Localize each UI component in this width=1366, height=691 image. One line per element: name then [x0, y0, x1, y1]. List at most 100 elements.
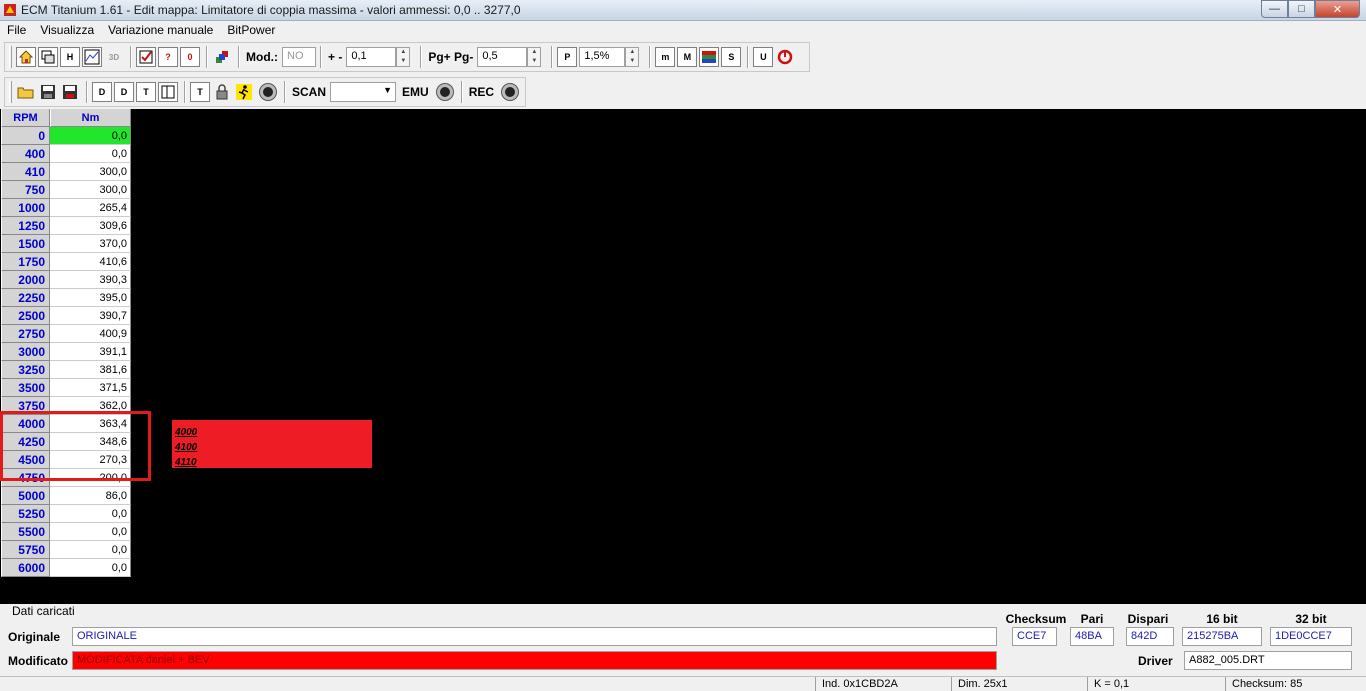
map-table: RPM Nm 0 0,0 400 0,0 410 300,0 750 300,0 1000 265…	[1, 109, 132, 577]
checkbox-edit-icon[interactable]	[136, 47, 156, 67]
table-row: 2250 395,0	[1, 289, 132, 307]
nm-cell[interactable]: 390,3	[50, 271, 131, 289]
rpm-cell[interactable]: 5250	[1, 505, 50, 523]
d-modified-icon[interactable]: D	[114, 82, 134, 102]
nm-cell[interactable]: 0,0	[50, 505, 131, 523]
modificato-field[interactable]: MODIFICATA daniel + BEV	[72, 651, 997, 670]
nm-cell[interactable]: 381,6	[50, 361, 131, 379]
rpm-cell[interactable]: 750	[1, 181, 50, 199]
m-lower-icon[interactable]: m	[655, 47, 676, 67]
table-row: 1500 370,0	[1, 235, 132, 253]
emu-radio-icon[interactable]	[436, 84, 453, 100]
nm-cell[interactable]: 390,7	[50, 307, 131, 325]
nm-cell[interactable]: 300,0	[50, 163, 131, 181]
rpm-cell[interactable]: 6000	[1, 559, 50, 577]
nm-cell[interactable]: 370,0	[50, 235, 131, 253]
page-step-spinner[interactable]: ▲ ▼	[527, 47, 542, 67]
nm-cell[interactable]: 300,0	[50, 181, 131, 199]
nm-cell[interactable]: 0,0	[50, 559, 131, 577]
t-icon[interactable]: T	[136, 82, 156, 102]
toolbar-grip[interactable]	[9, 81, 12, 103]
terminal-icon[interactable]: T	[190, 82, 210, 102]
rpm-cell[interactable]: 400	[1, 145, 50, 163]
status-dimension: Dim. 25x1	[951, 677, 1087, 691]
nm-cell[interactable]: 0,0	[50, 523, 131, 541]
power-reset-icon[interactable]	[775, 47, 795, 67]
zero-edit-icon[interactable]: 0	[180, 47, 200, 67]
nm-cell[interactable]: 309,6	[50, 217, 131, 235]
rpm-cell[interactable]: 3000	[1, 343, 50, 361]
rpm-cell[interactable]: 3250	[1, 361, 50, 379]
rpm-cell[interactable]: 2000	[1, 271, 50, 289]
rec-radio-icon[interactable]	[502, 84, 519, 100]
percent-input[interactable]: 1,5%	[579, 47, 626, 67]
rpm-cell[interactable]: 3500	[1, 379, 50, 397]
open-folder-icon[interactable]	[16, 82, 36, 102]
toolbar-main: H 3D ? 0 Mod.: NO + - 0,1 ▲ ▼ Pg+ Pg- 0,5…	[4, 42, 810, 72]
color-blocks-icon[interactable]	[212, 47, 232, 67]
rpm-cell[interactable]: 2750	[1, 325, 50, 343]
lock-icon[interactable]	[212, 82, 232, 102]
nm-cell[interactable]: 86,0	[50, 487, 131, 505]
windows-icon[interactable]	[38, 47, 58, 67]
maximize-button[interactable]: □	[1288, 0, 1315, 18]
nm-cell[interactable]: 0,0	[50, 145, 131, 163]
menu-variazione-manuale[interactable]: Variazione manuale	[101, 21, 220, 40]
nm-cell[interactable]: 410,6	[50, 253, 131, 271]
u-icon[interactable]: U	[753, 47, 774, 67]
close-button[interactable]: ✕	[1315, 0, 1360, 18]
popup-line: 4000	[175, 427, 198, 438]
nm-cell[interactable]: 395,0	[50, 289, 131, 307]
d-original-icon[interactable]: D	[92, 82, 112, 102]
page-step-input[interactable]: 0,5	[477, 47, 528, 67]
pg-label: Pg+ Pg-	[428, 50, 474, 64]
graph-2d-icon[interactable]	[82, 47, 102, 67]
percent-icon[interactable]: P	[557, 47, 578, 67]
rpm-cell[interactable]: 1000	[1, 199, 50, 217]
scan-select[interactable]: ▼	[330, 82, 397, 102]
rec-label: REC	[468, 85, 495, 99]
toolbar-grip[interactable]	[9, 46, 12, 68]
save-as-icon[interactable]	[60, 82, 80, 102]
section-title: Dati caricati	[12, 604, 75, 618]
rpm-cell[interactable]: 410	[1, 163, 50, 181]
rpm-cell[interactable]: 5750	[1, 541, 50, 559]
s-icon[interactable]: S	[721, 47, 742, 67]
checksum-field: CCE7	[1012, 627, 1057, 646]
home-icon[interactable]	[16, 47, 36, 67]
step-input[interactable]: 0,1	[346, 47, 397, 67]
nm-cell[interactable]: 0,0	[50, 127, 131, 145]
rpm-cell[interactable]: 1250	[1, 217, 50, 235]
minimize-button[interactable]: —	[1261, 0, 1288, 18]
table-row: 750 300,0	[1, 181, 132, 199]
menu-file[interactable]: File	[0, 21, 33, 40]
split-view-icon[interactable]	[158, 82, 178, 102]
rpm-cell[interactable]: 0	[1, 127, 50, 145]
mod-input[interactable]: NO	[282, 47, 316, 67]
originale-field[interactable]: ORIGINALE	[72, 627, 997, 646]
graph-3d-icon[interactable]: 3D	[104, 47, 124, 67]
percent-spinner[interactable]: ▲ ▼	[625, 47, 640, 67]
save-icon[interactable]	[38, 82, 58, 102]
menu-visualizza[interactable]: Visualizza	[33, 21, 101, 40]
nm-cell[interactable]: 400,9	[50, 325, 131, 343]
menu-bitpower[interactable]: BitPower	[220, 21, 282, 40]
question-edit-icon[interactable]: ?	[158, 47, 178, 67]
nm-cell[interactable]: 0,0	[50, 541, 131, 559]
step-spinner[interactable]: ▲ ▼	[396, 47, 411, 67]
color-map-icon[interactable]	[699, 47, 720, 67]
nm-cell[interactable]: 265,4	[50, 199, 131, 217]
record-radio-icon[interactable]	[260, 84, 276, 100]
rpm-cell[interactable]: 5500	[1, 523, 50, 541]
rpm-cell[interactable]: 1500	[1, 235, 50, 253]
m-upper-icon[interactable]: M	[677, 47, 698, 67]
hex-view-icon[interactable]: H	[60, 47, 80, 67]
bit16-header: 16 bit	[1206, 612, 1238, 626]
rpm-cell[interactable]: 5000	[1, 487, 50, 505]
rpm-cell[interactable]: 2250	[1, 289, 50, 307]
rpm-cell[interactable]: 1750	[1, 253, 50, 271]
nm-cell[interactable]: 371,5	[50, 379, 131, 397]
runner-icon[interactable]	[234, 82, 254, 102]
nm-cell[interactable]: 391,1	[50, 343, 131, 361]
rpm-cell[interactable]: 2500	[1, 307, 50, 325]
